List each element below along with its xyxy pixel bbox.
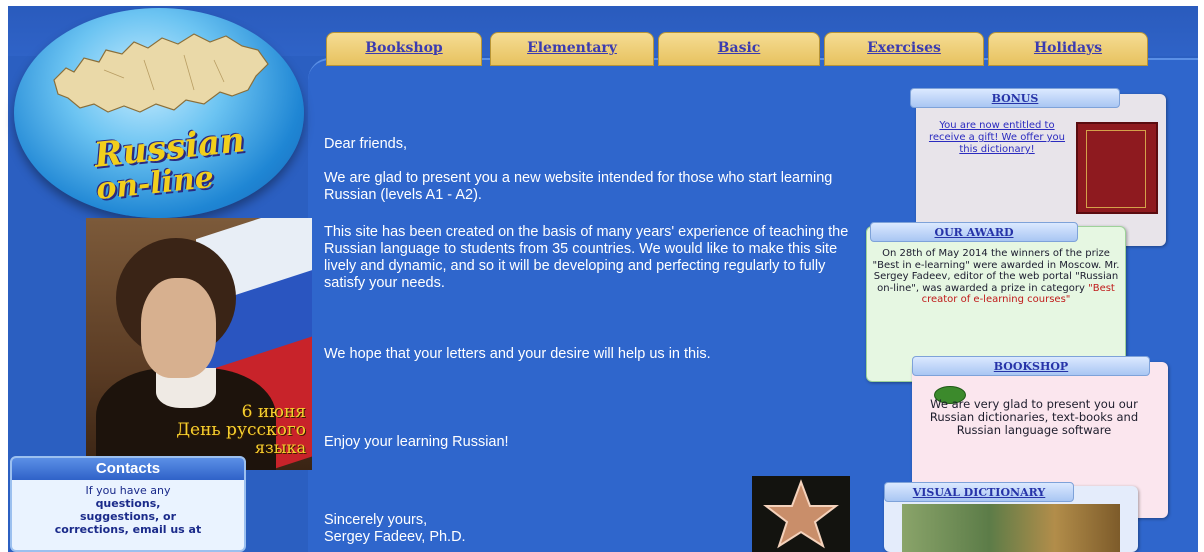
award-title[interactable]: OUR AWARD bbox=[870, 222, 1078, 242]
visual-dictionary-title[interactable]: VISUAL DICTIONARY bbox=[884, 482, 1074, 502]
tab-bookshop-label: Bookshop bbox=[365, 40, 443, 56]
poster-subtitle: языка bbox=[254, 438, 306, 457]
bookshop-title[interactable]: BOOKSHOP bbox=[912, 356, 1150, 376]
intro-paragraph: We are glad to present you a new website… bbox=[324, 170, 833, 203]
tab-bookshop[interactable]: Bookshop bbox=[326, 32, 482, 66]
award-text: On 28th of May 2014 the winners of the p… bbox=[870, 248, 1122, 306]
star-icon bbox=[763, 479, 839, 549]
contacts-line: If you have any bbox=[85, 484, 171, 497]
tab-basic[interactable]: Basic bbox=[658, 32, 820, 66]
contacts-line: corrections, email us at bbox=[54, 523, 202, 536]
enjoy-paragraph: Enjoy your learning Russian! bbox=[324, 434, 509, 450]
contacts-box: Contacts If you have any questions, sugg… bbox=[10, 456, 246, 552]
tab-elementary[interactable]: Elementary bbox=[490, 32, 654, 66]
contacts-body: If you have any questions, suggestions, … bbox=[12, 480, 244, 540]
contacts-line: suggestions, or bbox=[79, 510, 177, 523]
tab-holidays[interactable]: Holidays bbox=[988, 32, 1148, 66]
bonus-title[interactable]: BONUS bbox=[910, 88, 1120, 108]
bonus-link[interactable]: You are now entitled to receive a gift! … bbox=[922, 120, 1072, 156]
about-paragraph: This site has been created on the basis … bbox=[324, 224, 849, 291]
award-description: On 28th of May 2014 the winners of the p… bbox=[872, 248, 1120, 294]
poster-date: 6 июня bbox=[241, 402, 306, 422]
russia-map-icon bbox=[53, 33, 269, 113]
bookshop-text: We are very glad to present you our Russ… bbox=[929, 397, 1139, 437]
poster-title: День русского bbox=[176, 420, 306, 440]
contacts-title: Contacts bbox=[12, 458, 244, 480]
russian-language-day-banner[interactable]: 6 июня День русского языка bbox=[86, 218, 312, 470]
hope-paragraph: We hope that your letters and your desir… bbox=[324, 346, 711, 362]
portrait-face bbox=[141, 278, 216, 378]
visual-dictionary-image[interactable] bbox=[902, 504, 1120, 552]
star-image bbox=[752, 476, 850, 552]
contacts-line: questions, bbox=[95, 497, 161, 510]
dictionary-book-image[interactable] bbox=[1076, 122, 1158, 214]
tab-exercises-label: Exercises bbox=[867, 40, 941, 56]
tab-holidays-label: Holidays bbox=[1033, 40, 1103, 56]
tab-basic-label: Basic bbox=[717, 40, 761, 56]
greeting: Dear friends, bbox=[324, 136, 408, 152]
site-logo[interactable]: Russian on-line bbox=[14, 8, 304, 218]
tab-exercises[interactable]: Exercises bbox=[824, 32, 984, 66]
tab-elementary-label: Elementary bbox=[527, 40, 617, 56]
